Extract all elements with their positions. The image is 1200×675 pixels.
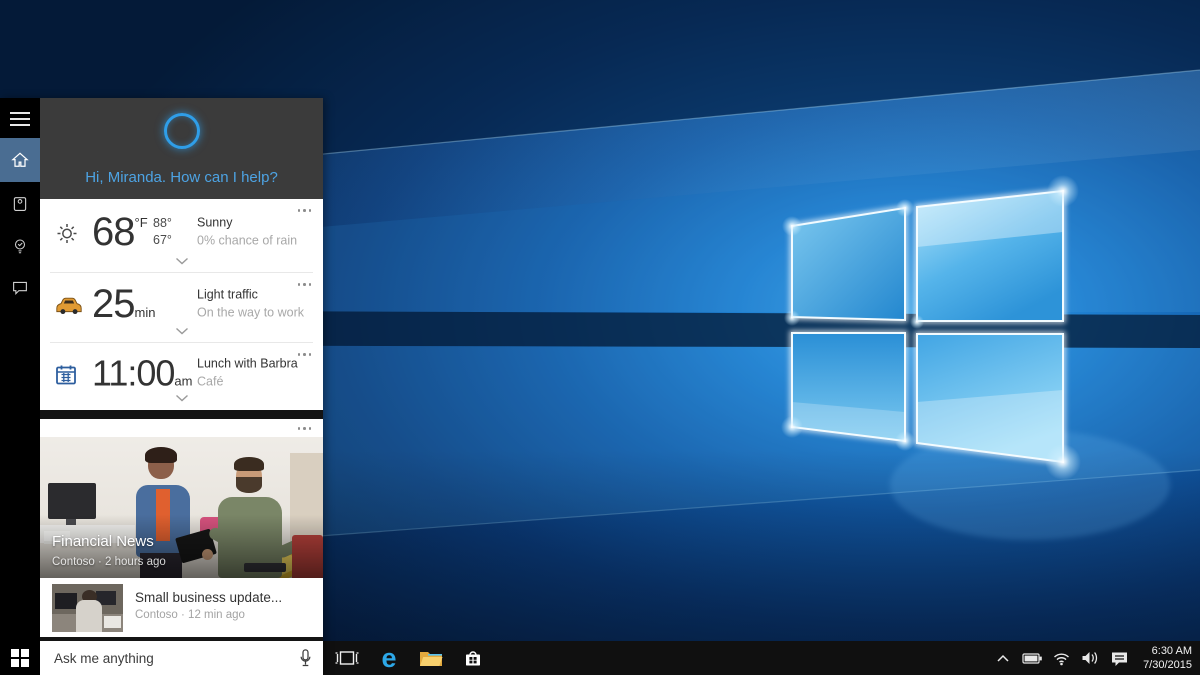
start-button[interactable] xyxy=(0,641,40,675)
news-list-item[interactable]: Small business update... Contoso · 12 mi… xyxy=(40,578,323,637)
tray-network-button[interactable] xyxy=(1050,648,1072,668)
weather-condition: Sunny xyxy=(197,214,297,232)
speaker-icon xyxy=(1081,650,1099,666)
calendar-event-title: Lunch with Barbra xyxy=(197,354,298,372)
news-more-options-button[interactable] xyxy=(296,425,314,432)
traffic-detail: On the way to work xyxy=(197,304,304,322)
clock-time: 6:30 AM xyxy=(1143,644,1192,658)
news-thumbnail xyxy=(52,584,123,632)
news-photo[interactable]: Financial News Contoso · 2 hours ago xyxy=(40,437,323,578)
sun-icon xyxy=(54,221,80,252)
cortana-header: Hi, Miranda. How can I help? xyxy=(40,98,323,199)
cortana-content: Hi, Miranda. How can I help? 68°F 88° xyxy=(40,98,323,675)
calendar-time: 11:00am xyxy=(92,352,192,394)
panel-section-divider xyxy=(40,410,323,419)
store-button[interactable] xyxy=(459,643,487,673)
calendar-time-value: 11:00 xyxy=(92,352,174,393)
clock-date: 7/30/2015 xyxy=(1143,658,1192,672)
chevron-up-icon xyxy=(996,653,1010,664)
calendar-icon xyxy=(54,362,78,391)
sidebar-item-feedback[interactable] xyxy=(0,270,40,306)
weather-card[interactable]: 68°F 88° 67° Sunny 0% chance of rain xyxy=(40,199,323,273)
folder-icon xyxy=(419,649,443,667)
sidebar-item-home[interactable] xyxy=(0,138,40,182)
weather-detail: 0% chance of rain xyxy=(197,232,297,250)
battery-icon xyxy=(1022,650,1043,667)
tray-battery-button[interactable] xyxy=(1021,648,1043,668)
weather-more-options-button[interactable] xyxy=(296,207,314,214)
weather-low: 67° xyxy=(153,232,172,249)
cortana-panel: Hi, Miranda. How can I help? 68°F 88° xyxy=(0,98,323,675)
menu-button[interactable] xyxy=(0,104,40,134)
file-explorer-button[interactable] xyxy=(417,643,445,673)
wifi-icon xyxy=(1052,650,1071,666)
news-headline: Financial News xyxy=(52,533,154,550)
lightbulb-check-icon xyxy=(11,236,29,256)
microphone-button[interactable] xyxy=(298,648,313,673)
tray-show-hidden-icons-button[interactable] xyxy=(992,648,1014,668)
chevron-down-icon xyxy=(175,327,188,335)
weather-high-low: 88° 67° xyxy=(153,215,172,249)
traffic-card[interactable]: 25min Light traffic On the way to work xyxy=(40,273,323,343)
calendar-time-unit: am xyxy=(174,373,192,388)
traffic-expand-button[interactable] xyxy=(175,322,188,340)
home-icon xyxy=(10,150,30,170)
weather-high: 88° xyxy=(153,215,172,232)
weather-temp-value: 68 xyxy=(92,210,135,254)
chevron-down-icon xyxy=(175,394,188,402)
weather-temp-unit: °F xyxy=(135,215,148,230)
weather-expand-button[interactable] xyxy=(175,252,188,270)
traffic-title: Light traffic xyxy=(197,286,304,304)
traffic-minutes: 25 xyxy=(92,282,135,326)
action-center-icon xyxy=(1110,650,1129,667)
taskbar-clock[interactable]: 6:30 AM 7/30/2015 xyxy=(1137,644,1192,673)
cortana-ring-icon xyxy=(164,113,200,149)
store-icon xyxy=(463,648,483,668)
feedback-bubble-icon xyxy=(11,279,29,297)
search-input[interactable] xyxy=(54,641,284,675)
calendar-event-location: Café xyxy=(197,372,298,390)
weather-temperature: 68°F xyxy=(92,210,148,255)
car-icon xyxy=(54,296,84,321)
news-card[interactable]: Financial News Contoso · 2 hours ago Sma… xyxy=(40,419,323,637)
calendar-more-options-button[interactable] xyxy=(296,351,314,358)
notebook-icon xyxy=(11,194,29,214)
calendar-expand-button[interactable] xyxy=(175,389,188,407)
news-item-source: Contoso · 12 min ago xyxy=(135,609,245,621)
chevron-down-icon xyxy=(175,257,188,265)
cortana-greeting: Hi, Miranda. How can I help? xyxy=(40,169,323,186)
sidebar-item-reminders[interactable] xyxy=(0,228,40,264)
edge-icon: e xyxy=(381,645,396,671)
sidebar-item-notebook[interactable] xyxy=(0,186,40,222)
edge-browser-button[interactable]: e xyxy=(375,643,403,673)
task-view-icon xyxy=(334,649,360,667)
cortana-sidebar xyxy=(0,98,40,675)
cortana-search-box xyxy=(40,641,323,675)
windows-logo-icon xyxy=(11,649,29,667)
traffic-unit: min xyxy=(135,305,156,320)
tray-volume-button[interactable] xyxy=(1079,648,1101,668)
windows-desktop: e xyxy=(0,0,1200,675)
traffic-duration: 25min xyxy=(92,282,155,327)
news-item-title: Small business update... xyxy=(135,590,282,605)
action-center-button[interactable] xyxy=(1108,648,1130,668)
microphone-icon xyxy=(298,648,313,668)
news-source: Contoso · 2 hours ago xyxy=(52,556,166,568)
task-view-button[interactable] xyxy=(333,643,361,673)
calendar-card[interactable]: 11:00am Lunch with Barbra Café xyxy=(40,343,323,410)
